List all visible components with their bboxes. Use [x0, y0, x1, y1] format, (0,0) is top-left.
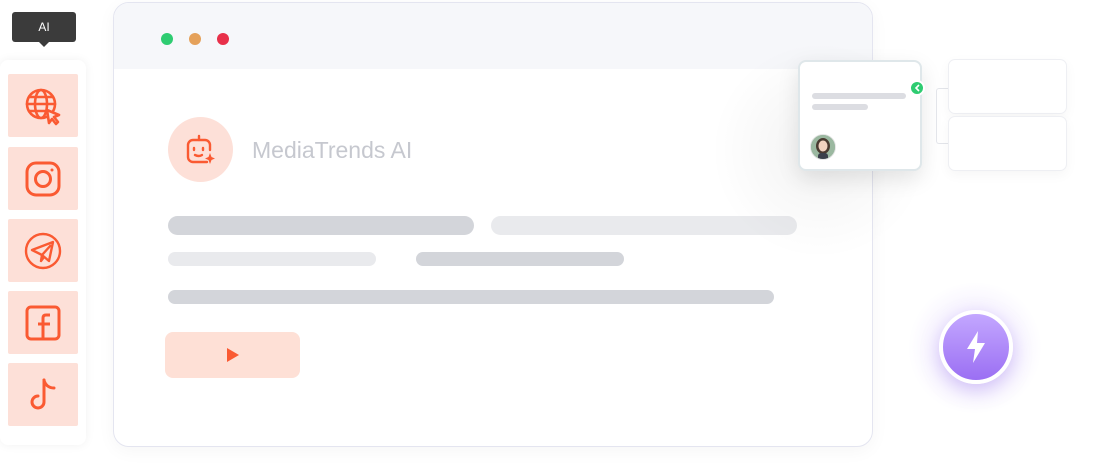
chevron-left-icon: [914, 84, 920, 92]
skeleton-line: [416, 252, 624, 266]
window-dot-green[interactable]: [161, 33, 173, 45]
tiktok-button[interactable]: [8, 363, 78, 426]
floating-card[interactable]: [798, 60, 922, 171]
ai-tooltip: AI: [12, 12, 76, 47]
app-name: MediaTrends AI: [252, 137, 413, 163]
instagram-button[interactable]: [8, 147, 78, 210]
telegram-button[interactable]: [8, 219, 78, 282]
globe-button[interactable]: [8, 74, 78, 137]
globe-cursor-icon: [25, 88, 61, 125]
facebook-button[interactable]: [8, 291, 78, 354]
window-dot-red[interactable]: [217, 33, 229, 45]
ghost-card: [948, 59, 1067, 114]
card-skeleton-line: [812, 104, 868, 110]
social-sidebar: [0, 60, 86, 445]
lightning-bolt-icon: [967, 331, 985, 363]
telegram-icon: [24, 232, 62, 269]
play-button[interactable]: [165, 332, 300, 378]
skeleton-line: [168, 252, 376, 266]
instagram-icon: [25, 161, 61, 196]
user-avatar: [810, 134, 836, 160]
app-logo: [168, 117, 233, 182]
card-skeleton-line: [812, 93, 906, 99]
play-icon: [226, 348, 239, 362]
facebook-icon: [25, 305, 61, 340]
window-dot-orange[interactable]: [189, 33, 201, 45]
skeleton-line: [168, 290, 774, 304]
skeleton-line: [168, 216, 474, 235]
ghost-card: [948, 116, 1067, 171]
connector-dot[interactable]: [909, 80, 925, 96]
tiktok-icon: [30, 378, 56, 409]
bolt-action-button[interactable]: [939, 310, 1013, 384]
ai-bot-icon: [186, 134, 215, 164]
